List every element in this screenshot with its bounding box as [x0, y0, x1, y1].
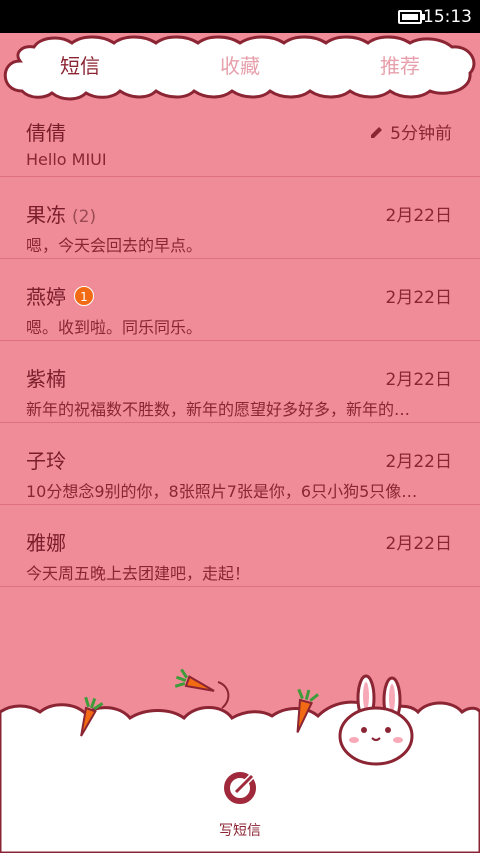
thread-date: 2月22日	[385, 288, 452, 308]
message-count: (2)	[72, 207, 97, 227]
thread-date: 2月22日	[385, 452, 452, 472]
compose-label: 写短信	[219, 823, 261, 839]
contact-name: 果冻 (2)	[26, 203, 97, 227]
contact-name: 子玲	[26, 449, 66, 473]
message-snippet: 新年的祝福数不胜数，新年的愿望好多好多，新年的…	[26, 400, 411, 419]
message-snippet: Hello MIUI	[26, 150, 107, 169]
draft-pen-icon	[370, 124, 384, 144]
contact-name: 燕婷 1	[26, 281, 94, 310]
thread-list: 倩倩 5分钟前 Hello MIUI 果冻 (2) 2月22日 嗯，今天会回去的早…	[0, 95, 480, 587]
compose-icon	[222, 770, 258, 810]
compose-button[interactable]: 写短信	[200, 770, 280, 840]
thread-date: 2月22日	[385, 370, 452, 390]
thread-item[interactable]: 雅娜 2月22日 今天周五晚上去团建吧，走起！	[0, 505, 480, 587]
contact-name: 倩倩	[26, 121, 66, 145]
carrot-icon	[174, 668, 215, 692]
tab-sms[interactable]: 短信	[20, 50, 140, 80]
bunny-illustration	[338, 674, 414, 766]
thread-item[interactable]: 倩倩 5分钟前 Hello MIUI	[0, 95, 480, 177]
contact-name: 紫楠	[26, 367, 66, 391]
thread-item[interactable]: 紫楠 2月22日 新年的祝福数不胜数，新年的愿望好多好多，新年的…	[0, 341, 480, 423]
thread-item[interactable]: 子玲 2月22日 10分想念9别的你，8张照片7张是你，6只小狗5只像…	[0, 423, 480, 505]
unread-badge: 1	[74, 286, 94, 306]
battery-icon	[398, 10, 422, 24]
thread-item[interactable]: 燕婷 1 2月22日 嗯。收到啦。同乐同乐。	[0, 259, 480, 341]
tab-recommend[interactable]: 推荐	[340, 50, 460, 80]
thread-date: 2月22日	[385, 206, 452, 226]
thread-item[interactable]: 果冻 (2) 2月22日 嗯，今天会回去的早点。	[0, 177, 480, 259]
message-snippet: 今天周五晚上去团建吧，走起！	[26, 564, 251, 583]
status-time: 15:13	[423, 7, 472, 27]
thread-date: 2月22日	[385, 534, 452, 554]
status-bar: 15:13	[0, 0, 480, 33]
contact-name: 雅娜	[26, 531, 66, 555]
tab-favorites[interactable]: 收藏	[180, 50, 300, 80]
thread-date: 5分钟前	[370, 119, 452, 144]
message-snippet: 10分想念9别的你，8张照片7张是你，6只小狗5只像…	[26, 482, 418, 501]
message-snippet: 嗯，今天会回去的早点。	[26, 236, 203, 255]
message-snippet: 嗯。收到啦。同乐同乐。	[26, 318, 203, 337]
